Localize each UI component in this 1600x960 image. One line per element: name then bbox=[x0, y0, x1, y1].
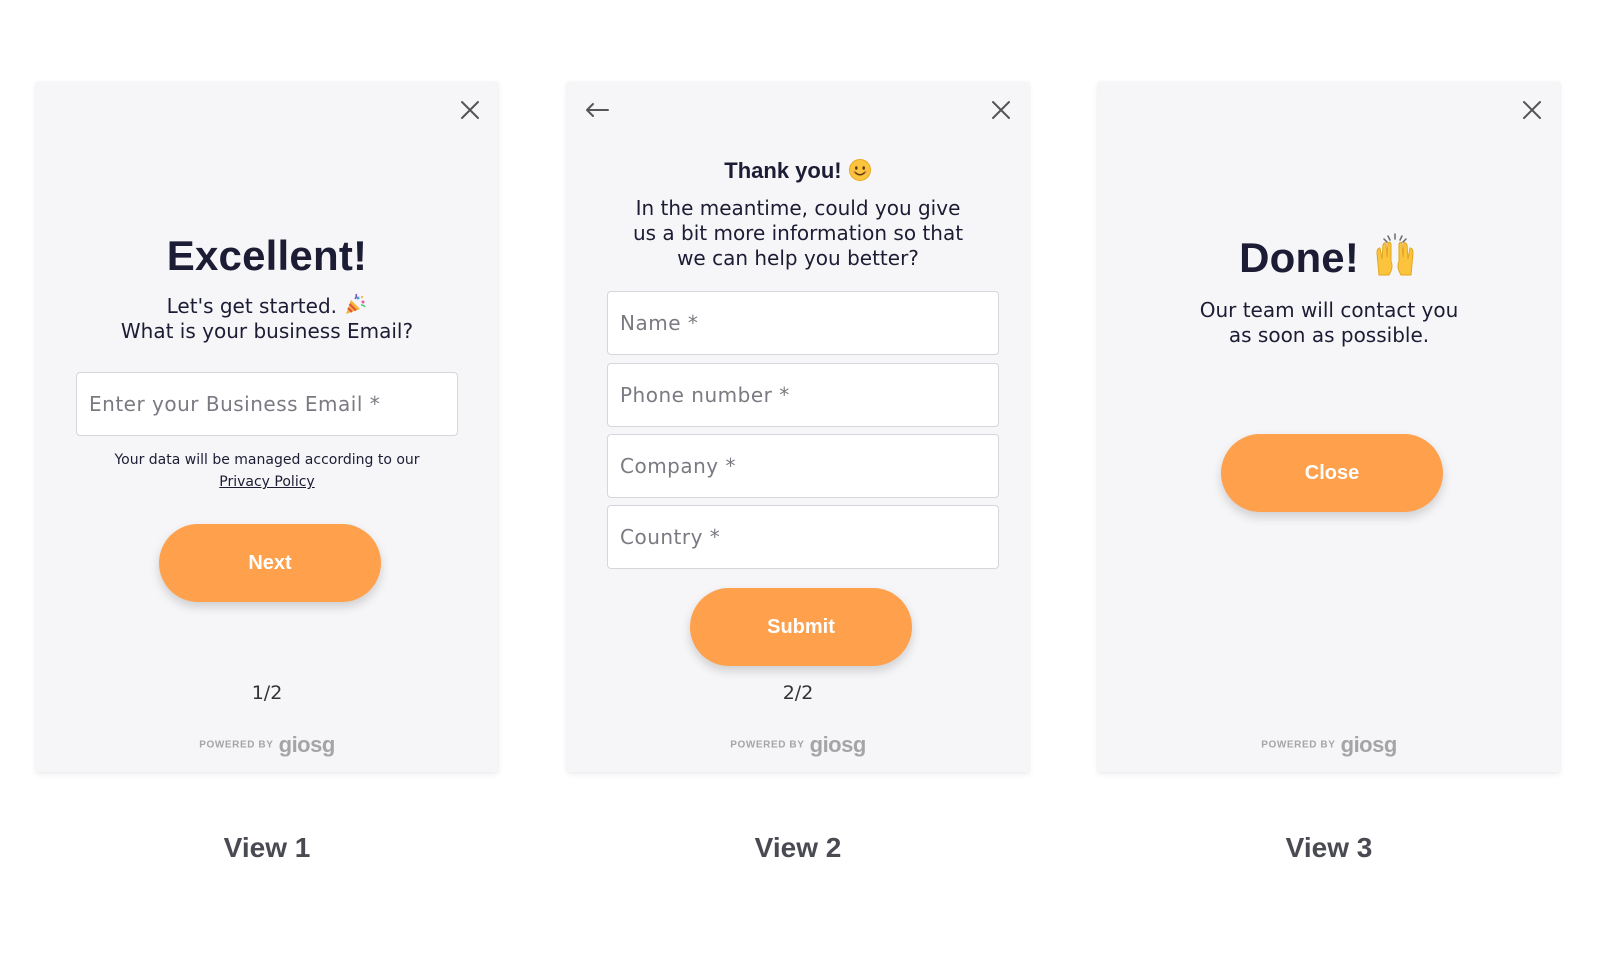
thank-you-title: Thank you! bbox=[567, 158, 1029, 183]
contact-message-line1: Our team will contact you bbox=[1199, 298, 1459, 322]
close-icon[interactable] bbox=[989, 98, 1013, 122]
thank-you-text: Thank you! bbox=[724, 158, 842, 183]
view2-label: View 2 bbox=[754, 832, 842, 863]
phone-input[interactable] bbox=[607, 363, 999, 427]
powered-by-text: POWERED BY bbox=[1261, 739, 1336, 751]
giosg-logo: giosg bbox=[278, 732, 336, 757]
email-input[interactable] bbox=[76, 372, 458, 436]
view2-card: Thank you! In the meantime, could you gi… bbox=[567, 82, 1029, 772]
smiley-icon bbox=[848, 159, 871, 182]
info-message-line1: In the meantime, could you give bbox=[635, 196, 961, 220]
country-input[interactable] bbox=[607, 505, 999, 569]
view3-label: View 3 bbox=[1285, 832, 1373, 863]
step-indicator: 1/2 bbox=[251, 682, 283, 704]
close-icon[interactable] bbox=[1520, 98, 1544, 122]
powered-by: POWERED BY giosg bbox=[36, 732, 498, 758]
privacy-policy-link[interactable]: Privacy Policy bbox=[219, 474, 314, 490]
done-text: Done! bbox=[1239, 234, 1360, 281]
subtitle: Let's get started. What is your business… bbox=[36, 293, 498, 344]
powered-by-text: POWERED BY bbox=[199, 739, 274, 751]
step-indicator: 2/2 bbox=[782, 682, 814, 704]
subtitle-line1: Let's get started. bbox=[166, 294, 337, 318]
view1-label: View 1 bbox=[223, 832, 311, 863]
done-title: Done! bbox=[1098, 233, 1560, 282]
giosg-logo: giosg bbox=[809, 732, 867, 757]
page-title: Excellent! bbox=[166, 232, 368, 279]
party-popper-icon bbox=[346, 293, 367, 314]
privacy-text: Your data will be managed according to o… bbox=[114, 452, 420, 468]
subtitle-line2: What is your business Email? bbox=[120, 319, 414, 343]
info-message-line2: us a bit more information so that bbox=[632, 221, 964, 245]
raising-hands-icon bbox=[1376, 233, 1414, 276]
next-button[interactable]: Next bbox=[159, 524, 381, 602]
privacy-notice: Your data will be managed according to o… bbox=[36, 449, 498, 493]
close-icon[interactable] bbox=[458, 98, 482, 122]
back-arrow-icon[interactable] bbox=[583, 98, 611, 122]
powered-by: POWERED BY giosg bbox=[567, 732, 1029, 758]
contact-message: Our team will contact you as soon as pos… bbox=[1098, 298, 1560, 348]
close-button[interactable]: Close bbox=[1221, 434, 1443, 512]
info-message-line3: we can help you better? bbox=[677, 246, 919, 270]
company-input[interactable] bbox=[607, 434, 999, 498]
contact-message-line2: as soon as possible. bbox=[1228, 323, 1430, 347]
powered-by: POWERED BY giosg bbox=[1098, 732, 1560, 758]
giosg-logo: giosg bbox=[1340, 732, 1398, 757]
submit-button[interactable]: Submit bbox=[690, 588, 912, 666]
info-message: In the meantime, could you give us a bit… bbox=[567, 196, 1029, 271]
name-input[interactable] bbox=[607, 291, 999, 355]
powered-by-text: POWERED BY bbox=[730, 739, 805, 751]
view1-card: Excellent! Let's get started. What is yo… bbox=[36, 82, 498, 772]
view3-card: Done! Our team will contact you as soon … bbox=[1098, 82, 1560, 772]
